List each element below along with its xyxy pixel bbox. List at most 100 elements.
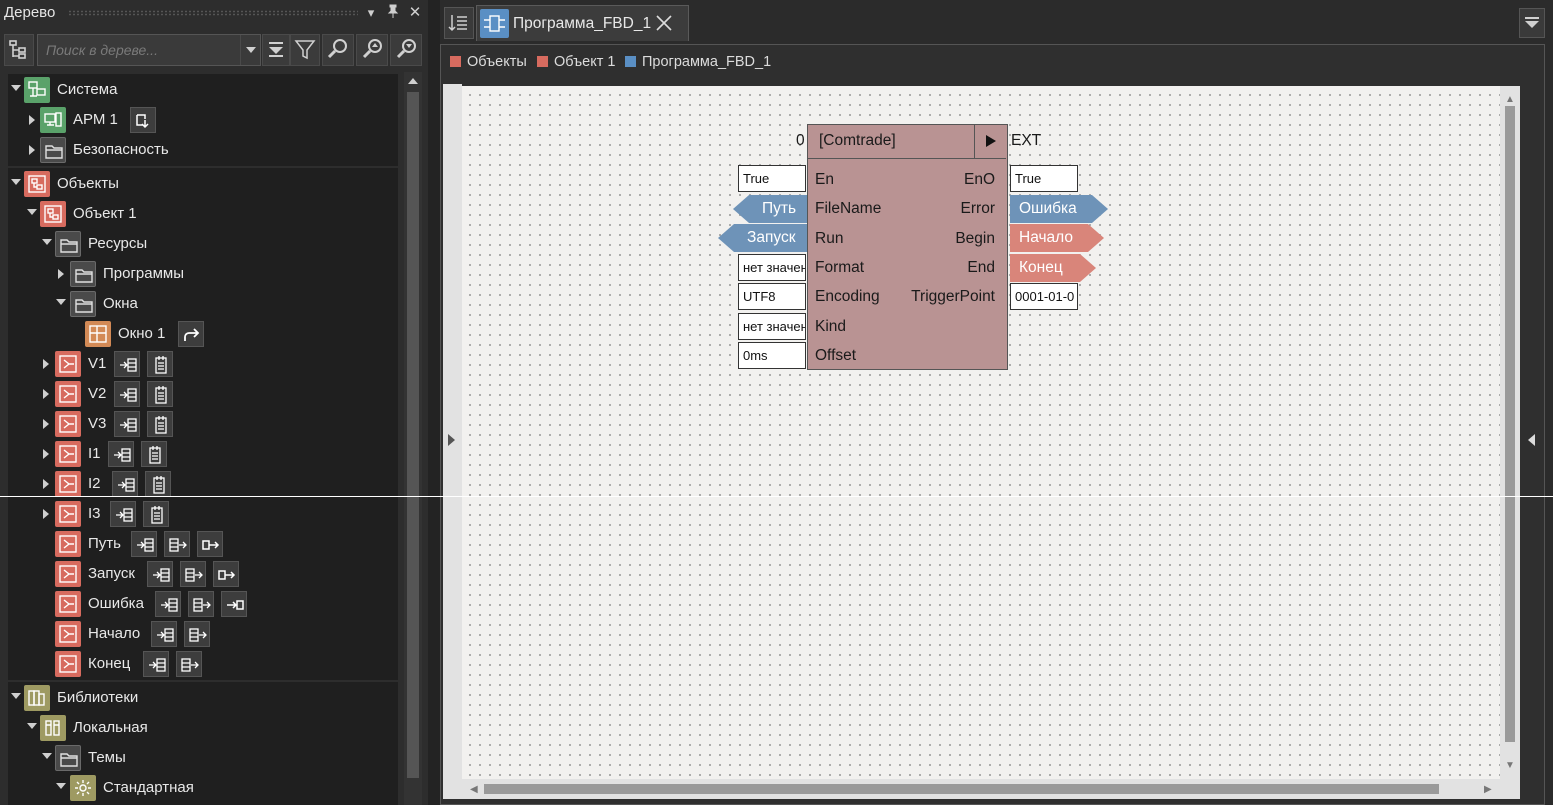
canvas-horizontal-scrollbar[interactable]: ◀ ▶ (462, 779, 1520, 799)
input-value-encoding[interactable]: UTF8 (738, 283, 806, 310)
tree-node-objects[interactable]: Объекты (8, 169, 398, 199)
tree-node-variable[interactable]: Путь (40, 529, 398, 559)
collapse-icon[interactable] (11, 85, 21, 91)
tree-node-libraries[interactable]: Библиотеки (8, 683, 398, 713)
play-button[interactable] (974, 125, 1007, 158)
input-tag-run[interactable]: Запуск (718, 224, 807, 252)
input-value-en[interactable]: True (738, 165, 806, 192)
tree-structure-icon[interactable] (4, 34, 34, 66)
chevron-down-icon[interactable]: ▾ (362, 4, 380, 22)
read-icon[interactable] (155, 591, 181, 617)
collapse-icon[interactable] (11, 693, 21, 699)
tree-node-system[interactable]: Система (8, 75, 398, 105)
tree-scrollbar-thumb[interactable] (407, 92, 419, 778)
scroll-left-icon[interactable]: ◀ (470, 784, 478, 795)
input-value-format[interactable]: нет значения (738, 254, 806, 281)
collapse-icon[interactable] (11, 179, 21, 185)
list-icon[interactable] (147, 411, 173, 437)
scroll-up-icon[interactable]: ▲ (1505, 95, 1515, 105)
output-tag-begin[interactable]: Начало (1010, 224, 1104, 252)
expand-icon[interactable] (29, 115, 35, 125)
breadcrumb-item-object1[interactable]: Объект 1 (537, 54, 615, 70)
tree-node-variable[interactable]: V2 (40, 379, 398, 409)
open-window-icon[interactable] (178, 321, 204, 347)
write-icon[interactable] (184, 621, 210, 647)
fbd-block-comtrade[interactable]: [Comtrade] En FileName Run Format Encoding Ki… (807, 124, 1008, 370)
collapse-icon[interactable] (42, 753, 52, 759)
breadcrumb-item-program[interactable]: Программа_FBD_1 (625, 54, 771, 70)
expand-icon[interactable] (43, 359, 49, 369)
output-tag-error[interactable]: Ошибка (1010, 195, 1108, 223)
tree-node-arm1[interactable]: АРМ 1 (24, 105, 398, 135)
panel-splitter[interactable] (428, 0, 440, 805)
tree-node-programs[interactable]: Программы (55, 259, 398, 289)
scroll-up-icon[interactable] (408, 78, 418, 84)
filter-icon[interactable] (290, 34, 320, 66)
tab-list-icon[interactable] (444, 7, 474, 39)
read-icon[interactable] (151, 621, 177, 647)
read-icon[interactable] (143, 651, 169, 677)
collapse-icon[interactable] (42, 239, 52, 245)
find-up-icon[interactable] (356, 34, 388, 66)
input-value-kind[interactable]: нет значения (738, 313, 806, 340)
output-tag-end[interactable]: Конец (1010, 254, 1096, 282)
close-icon[interactable]: ✕ (406, 4, 424, 22)
tree-node-variable[interactable]: V1 (40, 349, 398, 379)
panel-drag-grip[interactable] (68, 10, 358, 16)
list-icon[interactable] (143, 501, 169, 527)
expand-icon[interactable] (43, 389, 49, 399)
input-link-icon[interactable] (221, 591, 247, 617)
read-icon[interactable] (108, 441, 134, 467)
collapse-icon[interactable] (56, 783, 66, 789)
expand-icon[interactable] (43, 419, 49, 429)
read-icon[interactable] (110, 501, 136, 527)
list-icon[interactable] (147, 351, 173, 377)
right-sidebar-toggle[interactable] (1520, 84, 1544, 799)
write-icon[interactable] (180, 561, 206, 587)
collapse-icon[interactable] (27, 723, 37, 729)
output-value-eno[interactable]: True (1010, 165, 1078, 192)
expand-icon[interactable] (58, 269, 64, 279)
list-icon[interactable] (141, 441, 167, 467)
output-value-triggerpoint[interactable]: 0001-01-0 (1010, 283, 1078, 310)
tree-node-variable[interactable]: I2 (40, 469, 398, 499)
tree-node-variable[interactable]: I3 (40, 499, 398, 529)
tree-node-object1[interactable]: Объект 1 (24, 199, 398, 229)
expand-icon[interactable] (43, 449, 49, 459)
read-icon[interactable] (114, 411, 140, 437)
collapse-icon[interactable] (56, 299, 66, 305)
output-link-icon[interactable] (213, 561, 239, 587)
tree-node-variable[interactable]: Ошибка (40, 589, 398, 619)
tree-node-window1[interactable]: Окно 1 (85, 319, 398, 349)
list-icon[interactable] (145, 471, 171, 497)
tree-node-resources[interactable]: Ресурсы (40, 229, 398, 259)
goto-icon[interactable] (130, 107, 156, 133)
tree-node-variable[interactable]: Начало (40, 619, 398, 649)
read-icon[interactable] (112, 471, 138, 497)
tree-node-security[interactable]: Безопасность (24, 135, 398, 165)
input-value-offset[interactable]: 0ms (738, 342, 806, 369)
tree-node-windows[interactable]: Окна (55, 289, 398, 319)
pin-icon[interactable] (384, 4, 402, 22)
close-tab-icon[interactable] (653, 12, 675, 34)
input-tag-filename[interactable]: Путь (733, 195, 807, 223)
output-link-icon[interactable] (197, 531, 223, 557)
write-icon[interactable] (164, 531, 190, 557)
collapse-all-icon[interactable] (262, 34, 290, 66)
expand-icon[interactable] (29, 145, 35, 155)
tree-node-standard-theme[interactable]: Стандартная (55, 773, 398, 803)
tree-node-variable[interactable]: Запуск (40, 559, 398, 589)
write-icon[interactable] (188, 591, 214, 617)
tab-program-fbd-1[interactable]: Программа_FBD_1 (476, 5, 689, 41)
read-icon[interactable] (114, 381, 140, 407)
scroll-down-icon[interactable]: ▼ (1505, 761, 1515, 771)
tree-node-variable[interactable]: Конец (40, 649, 398, 679)
breadcrumb-item-objects[interactable]: Объекты (450, 54, 527, 70)
tree-node-variable[interactable]: V3 (40, 409, 398, 439)
canvas-vertical-scrollbar[interactable]: ▲ ▼ (1500, 86, 1520, 779)
tree-node-local-library[interactable]: Локальная (24, 713, 398, 743)
search-input[interactable] (38, 35, 238, 65)
canvas-vscroll-thumb[interactable] (1505, 106, 1515, 742)
scroll-right-icon[interactable]: ▶ (1484, 784, 1492, 795)
canvas-hscroll-thumb[interactable] (484, 784, 1439, 794)
